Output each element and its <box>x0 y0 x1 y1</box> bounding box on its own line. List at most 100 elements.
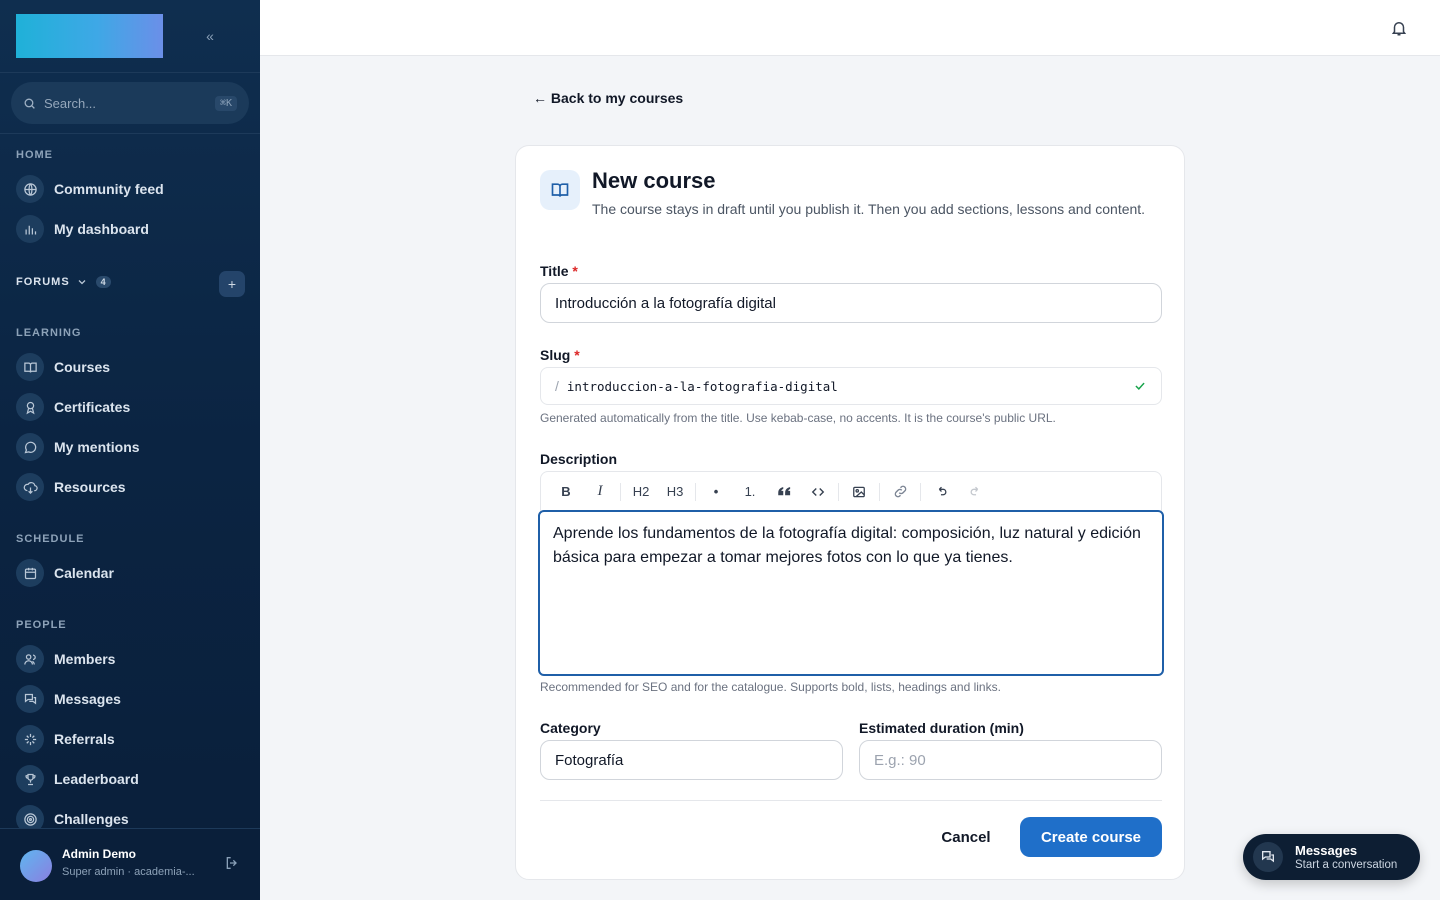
link-icon <box>894 485 906 498</box>
sidebar-item-label: Referrals <box>54 731 115 747</box>
toolbar-divider <box>879 482 880 501</box>
slug-input[interactable] <box>566 378 1107 394</box>
redo-icon <box>970 486 978 496</box>
italic-button[interactable]: I <box>583 478 617 506</box>
sidebar-item-leaderboard[interactable]: Leaderboard <box>16 763 244 795</box>
chevron-down-icon <box>78 280 86 285</box>
code-button[interactable] <box>801 478 835 506</box>
top-bar <box>260 0 1440 56</box>
back-to-courses-link[interactable]: ← Back to my courses <box>533 90 683 106</box>
editor-toolbar: B I H2 H3 • 1. <box>540 471 1162 511</box>
description-editor[interactable]: Aprende los fundamentos de la fotografía… <box>538 510 1164 676</box>
section-schedule: SCHEDULE <box>16 533 85 545</box>
sidebar-item-my-mentions[interactable]: My mentions <box>16 431 244 463</box>
sidebar-item-label: My dashboard <box>54 221 149 237</box>
sidebar-item-label: Leaderboard <box>54 771 139 787</box>
slug-label-text: Slug <box>540 347 571 363</box>
bold-button[interactable]: B <box>549 478 583 506</box>
logout-icon[interactable] <box>224 855 240 876</box>
sidebar-item-my-dashboard[interactable]: My dashboard <box>16 213 244 245</box>
user-role: Super admin · academia-... <box>62 866 195 878</box>
user-panel: Admin Demo Super admin · academia-... <box>0 828 260 900</box>
section-home: HOME <box>16 149 53 161</box>
sidebar-item-community-feed[interactable]: Community feed <box>16 173 244 205</box>
redo-button[interactable] <box>958 478 992 506</box>
check-icon <box>1135 382 1145 390</box>
image-button[interactable] <box>842 478 876 506</box>
description-help-text: Recommended for SEO and for the catalogu… <box>540 680 1001 694</box>
chat-bubble-icon <box>16 433 44 461</box>
title-input[interactable] <box>540 283 1162 323</box>
image-icon <box>853 486 865 497</box>
sidebar-item-calendar[interactable]: Calendar <box>16 557 244 589</box>
user-name: Admin Demo <box>62 847 137 861</box>
avatar[interactable] <box>20 850 52 882</box>
category-input[interactable] <box>540 740 843 780</box>
ordered-list-button[interactable]: 1. <box>733 478 767 506</box>
divider <box>0 72 260 73</box>
cloud-download-icon <box>16 473 44 501</box>
section-learning: LEARNING <box>16 327 82 339</box>
divider <box>540 800 1162 801</box>
bell-icon[interactable] <box>1390 18 1408 43</box>
slug-label: Slug * <box>540 347 580 363</box>
duration-label: Estimated duration (min) <box>859 720 1024 736</box>
title-label: Title * <box>540 263 578 279</box>
messages-widget-text: Messages Start a conversation <box>1295 843 1397 872</box>
slug-field[interactable]: / <box>540 367 1162 405</box>
undo-icon <box>938 486 946 496</box>
sidebar-item-label: Calendar <box>54 565 114 581</box>
sidebar-item-label: Challenges <box>54 811 129 827</box>
required-mark: * <box>572 263 578 279</box>
cancel-button[interactable]: Cancel <box>928 818 1004 856</box>
section-people: PEOPLE <box>16 619 67 631</box>
slug-help-text: Generated automatically from the title. … <box>540 411 1056 425</box>
page-subtitle: The course stays in draft until you publ… <box>592 201 1146 217</box>
sidebar-item-label: Resources <box>54 479 126 495</box>
sidebar-item-courses[interactable]: Courses <box>16 351 244 383</box>
sparkle-icon <box>16 725 44 753</box>
heading-2-button[interactable]: H2 <box>624 478 658 506</box>
forums-section-toggle[interactable]: FORUMS 4 <box>16 276 111 288</box>
quote-icon <box>777 487 790 496</box>
toolbar-divider <box>838 482 839 501</box>
create-course-button[interactable]: Create course <box>1020 817 1162 857</box>
quote-button[interactable] <box>767 478 801 506</box>
search-shortcut: ⌘K <box>214 95 237 111</box>
forums-count-badge: 4 <box>95 276 111 288</box>
slug-prefix: / <box>555 378 559 394</box>
book-icon <box>540 170 580 210</box>
sidebar-item-label: Messages <box>54 691 121 707</box>
search-input[interactable] <box>44 95 194 111</box>
calendar-icon <box>16 559 44 587</box>
code-icon <box>811 487 825 496</box>
book-icon <box>16 353 44 381</box>
sidebar-item-label: Certificates <box>54 399 131 415</box>
sidebar-item-label: My mentions <box>54 439 140 455</box>
heading-3-button[interactable]: H3 <box>658 478 692 506</box>
sidebar-item-referrals[interactable]: Referrals <box>16 723 244 755</box>
bullet-list-button[interactable]: • <box>699 478 733 506</box>
sidebar-item-messages[interactable]: Messages <box>16 683 244 715</box>
add-forum-button[interactable]: + <box>219 271 245 297</box>
page-title: New course <box>592 168 716 193</box>
required-mark: * <box>574 347 580 363</box>
messages-widget-subtitle: Start a conversation <box>1295 858 1398 871</box>
toolbar-divider <box>620 482 621 501</box>
sidebar-item-certificates[interactable]: Certificates <box>16 391 244 423</box>
collapse-sidebar-icon[interactable]: « <box>200 26 220 46</box>
link-button[interactable] <box>883 478 917 506</box>
duration-input[interactable] <box>859 740 1162 780</box>
brand-logo[interactable] <box>16 14 163 58</box>
search-icon <box>24 98 35 109</box>
globe-icon <box>16 175 44 203</box>
messages-widget[interactable]: Messages Start a conversation <box>1243 834 1420 880</box>
sidebar-item-label: Community feed <box>54 181 164 197</box>
sidebar-item-resources[interactable]: Resources <box>16 471 244 503</box>
divider <box>0 133 260 134</box>
messages-icon <box>1253 842 1283 872</box>
undo-button[interactable] <box>924 478 958 506</box>
new-course-card: New course The course stays in draft unt… <box>515 145 1185 880</box>
search-box[interactable]: ⌘K <box>11 82 249 124</box>
sidebar-item-members[interactable]: Members <box>16 643 244 675</box>
